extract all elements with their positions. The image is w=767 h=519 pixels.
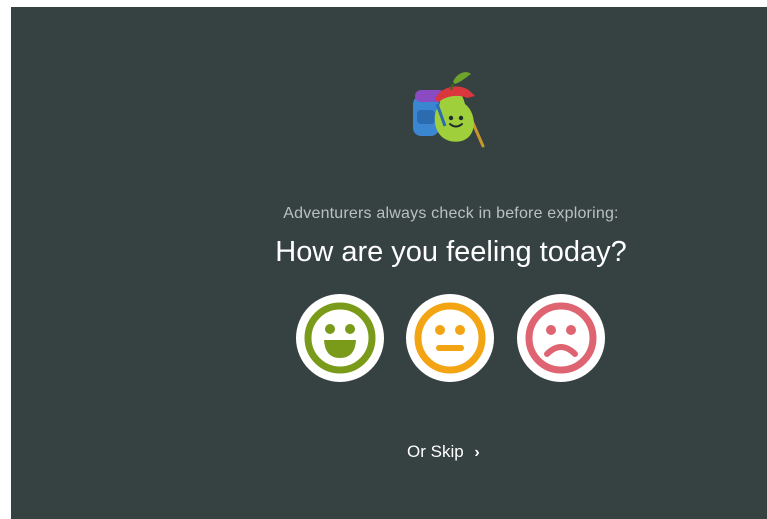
mood-neutral-button[interactable] [406, 294, 494, 382]
happy-face-icon [304, 302, 376, 374]
skip-label: Or Skip [407, 442, 464, 461]
sad-face-icon [525, 302, 597, 374]
skip-link[interactable]: Or Skip › [407, 442, 480, 462]
neutral-face-icon [414, 302, 486, 374]
checkin-subtitle: Adventurers always check in before explo… [283, 205, 619, 222]
feeling-question: How are you feeling today? [275, 236, 627, 268]
pear-explorer-mascot-icon [405, 66, 489, 150]
chevron-right-icon: › [474, 444, 480, 461]
mood-happy-button[interactable] [296, 294, 384, 382]
mood-sad-button[interactable] [517, 294, 605, 382]
